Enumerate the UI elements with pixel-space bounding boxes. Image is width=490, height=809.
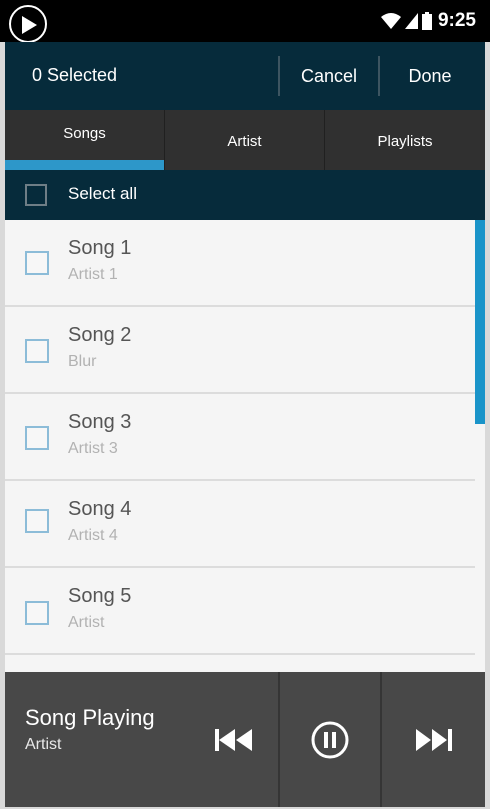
song-title: Song 1: [68, 237, 132, 259]
tab-songs[interactable]: Songs: [5, 110, 165, 170]
cancel-button[interactable]: Cancel: [280, 42, 378, 110]
selected-count: 0 Selected: [32, 65, 118, 85]
list-item[interactable]: Song 5 Artist: [5, 568, 485, 655]
pause-icon: [311, 721, 349, 758]
select-all-label[interactable]: Select all: [68, 184, 137, 204]
active-tab-indicator: [5, 160, 164, 170]
battery-icon: [422, 12, 432, 30]
song-checkbox[interactable]: [25, 426, 49, 450]
song-artist: Artist 3: [68, 440, 118, 457]
next-button[interactable]: [382, 672, 485, 807]
tab-artist[interactable]: Artist: [165, 110, 325, 170]
tab-bar: Songs Artist Playlists: [5, 110, 485, 170]
now-playing-bar: Song Playing Artist: [5, 672, 485, 807]
song-title: Song 3: [68, 411, 132, 433]
previous-button[interactable]: [190, 672, 278, 807]
song-artist: Artist: [68, 614, 105, 631]
play-circle-icon: [9, 5, 47, 43]
list-item[interactable]: Song 3 Artist 3: [5, 394, 485, 481]
tab-label: Artist: [227, 132, 262, 150]
previous-icon: [215, 728, 252, 751]
wifi-icon: [381, 13, 401, 29]
done-button[interactable]: Done: [380, 42, 480, 110]
song-checkbox[interactable]: [25, 339, 49, 363]
song-title: Song 4: [68, 498, 132, 520]
select-all-checkbox[interactable]: [25, 184, 47, 206]
now-playing-artist: Artist: [25, 736, 62, 753]
status-bar: 9:25: [0, 0, 490, 43]
song-checkbox[interactable]: [25, 251, 49, 275]
song-title: Song 2: [68, 324, 132, 346]
song-title: Song 5: [68, 585, 132, 607]
selection-action-bar: 0 Selected Cancel Done: [5, 42, 485, 110]
signal-icon: [405, 13, 418, 29]
tab-label: Songs: [63, 124, 106, 142]
now-playing-title: Song Playing: [25, 705, 155, 730]
song-checkbox[interactable]: [25, 601, 49, 625]
song-artist: Artist 1: [68, 266, 118, 283]
song-artist: Blur: [68, 353, 97, 370]
list-item[interactable]: Song 1 Artist 1: [5, 220, 485, 307]
status-icons: [380, 12, 432, 30]
list-item[interactable]: Song 2 Blur: [5, 307, 485, 394]
tab-label: Playlists: [377, 132, 433, 150]
select-all-bar: Select all: [5, 170, 485, 220]
tab-playlists[interactable]: Playlists: [325, 110, 485, 170]
status-clock: 9:25: [437, 10, 476, 31]
song-artist: Artist 4: [68, 527, 118, 544]
song-list[interactable]: Song 1 Artist 1 Song 2 Blur Song 3 Artis…: [5, 220, 485, 672]
scrollbar-thumb[interactable]: [475, 220, 485, 424]
pause-button[interactable]: [280, 672, 380, 807]
song-checkbox[interactable]: [25, 509, 49, 533]
list-item[interactable]: Song 4 Artist 4: [5, 481, 485, 568]
scrollbar-track[interactable]: [475, 220, 485, 672]
next-icon: [415, 728, 452, 751]
